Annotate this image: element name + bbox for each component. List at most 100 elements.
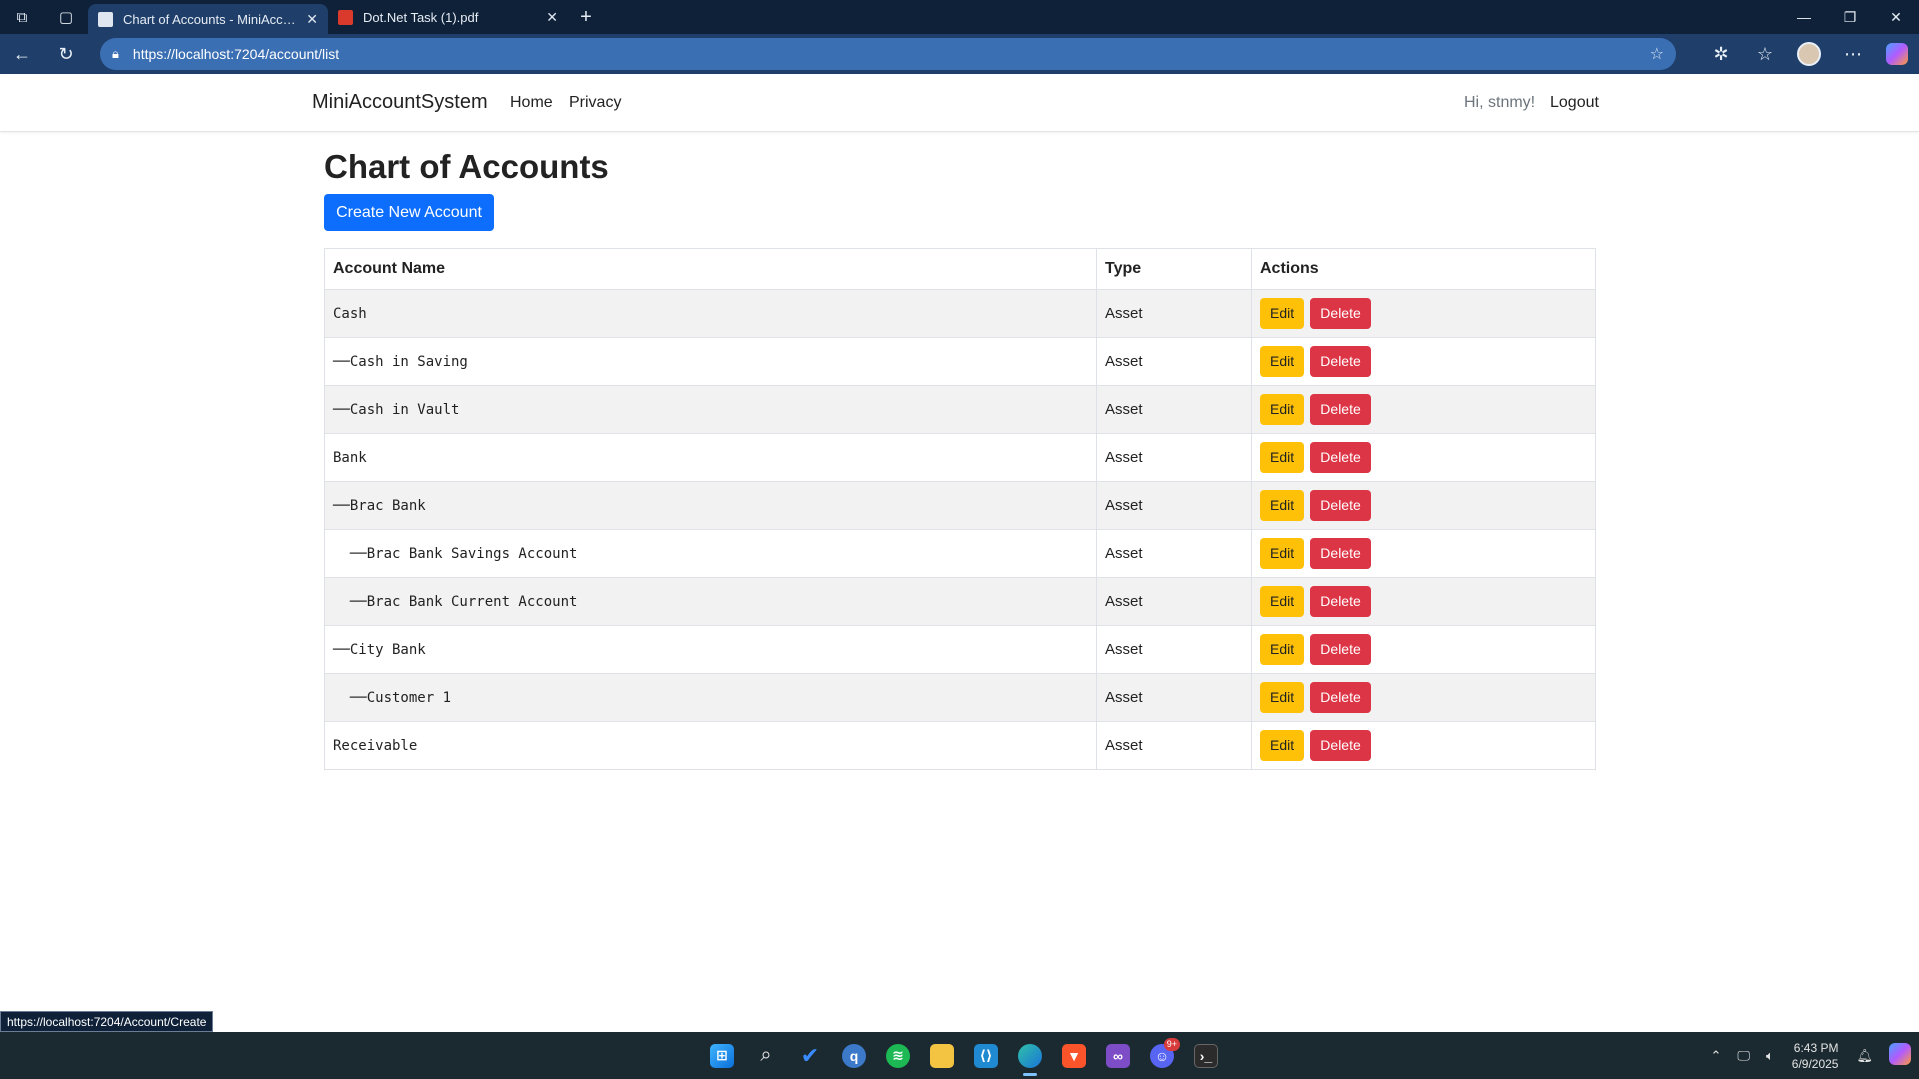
notifications-icon[interactable]: 🔔︎ [1848,1048,1881,1064]
nav-home[interactable]: Home [510,94,553,112]
lock-icon[interactable]: 🔒︎ [112,46,119,62]
logout-link[interactable]: Logout [1550,94,1599,112]
delete-button[interactable]: Delete [1310,298,1371,329]
status-link-preview: https://localhost:7204/Account/Create [0,1011,214,1032]
more-icon[interactable]: ⋯ [1831,34,1875,74]
actions-cell: Edit Delete [1251,529,1596,578]
profile-icon[interactable] [1787,34,1831,74]
start-icon[interactable]: ⊞ [700,1032,744,1079]
terminal-icon[interactable]: ›_ [1184,1032,1228,1079]
actions-cell: Edit Delete [1251,433,1596,482]
delete-button[interactable]: Delete [1310,490,1371,521]
workspaces-icon[interactable]: ⧉ [0,0,44,34]
actions-cell: Edit Delete [1251,337,1596,386]
edit-button[interactable]: Edit [1260,298,1305,329]
spotify-icon[interactable]: ≋ [876,1032,920,1079]
account-name-cell: Cash [324,289,1097,338]
account-type-cell: Asset [1096,337,1252,386]
back-icon[interactable]: ← [0,34,44,74]
close-window-icon[interactable]: ✕ [1873,0,1919,34]
edit-button[interactable]: Edit [1260,346,1305,377]
delete-button[interactable]: Delete [1310,730,1371,761]
header-account-name: Account Name [324,248,1097,290]
delete-button[interactable]: Delete [1310,586,1371,617]
restore-icon[interactable]: ❐ [1827,0,1873,34]
vscode-icon[interactable]: ⟨⟩ [964,1032,1008,1079]
copilot-taskbar-icon[interactable] [1881,1043,1919,1068]
delete-button[interactable]: Delete [1310,682,1371,713]
account-name-cell: ──Cash in Saving [324,337,1097,386]
create-account-button[interactable]: Create New Account [324,194,494,231]
todo-icon[interactable]: ✔ [788,1032,832,1079]
refresh-icon[interactable]: ↻ [44,34,88,74]
favorite-star-icon[interactable]: ☆ [1650,44,1664,64]
account-type-cell: Asset [1096,433,1252,482]
delete-button[interactable]: Delete [1310,394,1371,425]
actions-cell: Edit Delete [1251,625,1596,674]
page-title: Chart of Accounts [324,148,609,185]
window-controls: — ❐ ✕ [1781,0,1919,34]
visual-studio-icon[interactable]: ∞ [1096,1032,1140,1079]
edit-button[interactable]: Edit [1260,394,1305,425]
copilot-icon[interactable] [1875,34,1919,74]
search-icon[interactable]: ⌕ [744,1032,788,1079]
account-type-cell: Asset [1096,385,1252,434]
page-icon [98,11,113,27]
tab-title: Dot.Net Task (1).pdf [363,9,479,25]
table-row: ──Customer 1 Asset Edit Delete [324,673,1596,722]
delete-button[interactable]: Delete [1310,442,1371,473]
qbittorrent-icon[interactable]: q [832,1032,876,1079]
account-name-cell: ──Brac Bank Current Account [324,577,1097,626]
user-greeting: Hi, stnmy! [1464,94,1536,111]
extensions-icon[interactable]: ✲ [1699,34,1743,74]
header-type: Type [1096,248,1252,290]
edit-button[interactable]: Edit [1260,538,1305,569]
edit-button[interactable]: Edit [1260,586,1305,617]
clock[interactable]: 6:43 PM 6/9/2025 [1782,1040,1849,1072]
tab-actions-icon[interactable]: ▢ [44,0,88,34]
edit-button[interactable]: Edit [1260,682,1305,713]
account-type-cell: Asset [1096,529,1252,578]
close-tab-icon[interactable]: ✕ [306,11,318,28]
discord-icon[interactable]: ☺ 9+ [1140,1032,1184,1079]
address-bar[interactable]: 🔒︎ https://localhost:7204/account/list ☆ [100,38,1676,70]
actions-cell: Edit Delete [1251,721,1596,770]
taskbar: ⊞ ⌕ ✔ q ≋ ⟨⟩ ▼ ∞ ☺ 9+ ›_ ⌃ 🖵︎ 🔈︎ 6:43 PM… [0,1032,1919,1079]
brand-link[interactable]: MiniAccountSystem [312,91,488,114]
table-row: Receivable Asset Edit Delete [324,721,1596,770]
account-name-cell: ──City Bank [324,625,1097,674]
account-type-cell: Asset [1096,289,1252,338]
tab-pdf[interactable]: Dot.Net Task (1).pdf ✕ [328,0,568,34]
volume-icon[interactable]: 🔈︎ [1758,1048,1782,1064]
account-type-cell: Asset [1096,577,1252,626]
minimize-icon[interactable]: — [1781,0,1827,34]
edit-button[interactable]: Edit [1260,442,1305,473]
network-icon[interactable]: 🖵︎ [1729,1048,1758,1064]
edit-button[interactable]: Edit [1260,730,1305,761]
favorites-icon[interactable]: ☆ [1743,34,1787,74]
tab-chart-of-accounts[interactable]: Chart of Accounts - MiniAccount! ✕ [88,4,328,34]
actions-cell: Edit Delete [1251,673,1596,722]
account-name-cell: ──Cash in Vault [324,385,1097,434]
table-row: Cash Asset Edit Delete [324,289,1596,338]
edit-button[interactable]: Edit [1260,634,1305,665]
new-tab-icon[interactable]: + [568,0,604,34]
file-explorer-icon[interactable] [920,1032,964,1079]
edit-button[interactable]: Edit [1260,490,1305,521]
table-row: ──Brac Bank Current Account Asset Edit Del… [324,577,1596,626]
nav-privacy[interactable]: Privacy [569,94,621,112]
delete-button[interactable]: Delete [1310,634,1371,665]
account-type-cell: Asset [1096,625,1252,674]
delete-button[interactable]: Delete [1310,346,1371,377]
toolbar-right: ✲ ☆ ⋯ [1699,34,1919,74]
actions-cell: Edit Delete [1251,481,1596,530]
table-row: ──City Bank Asset Edit Delete [324,625,1596,674]
chevron-up-icon[interactable]: ⌃ [1703,1048,1730,1064]
delete-button[interactable]: Delete [1310,538,1371,569]
browser-titlebar: ⧉ ▢ Chart of Accounts - MiniAccount! ✕ D… [0,0,1919,34]
close-tab-icon[interactable]: ✕ [546,9,558,26]
table-row: ──Cash in Vault Asset Edit Delete [324,385,1596,434]
actions-cell: Edit Delete [1251,577,1596,626]
edge-icon[interactable] [1008,1032,1052,1079]
brave-icon[interactable]: ▼ [1052,1032,1096,1079]
